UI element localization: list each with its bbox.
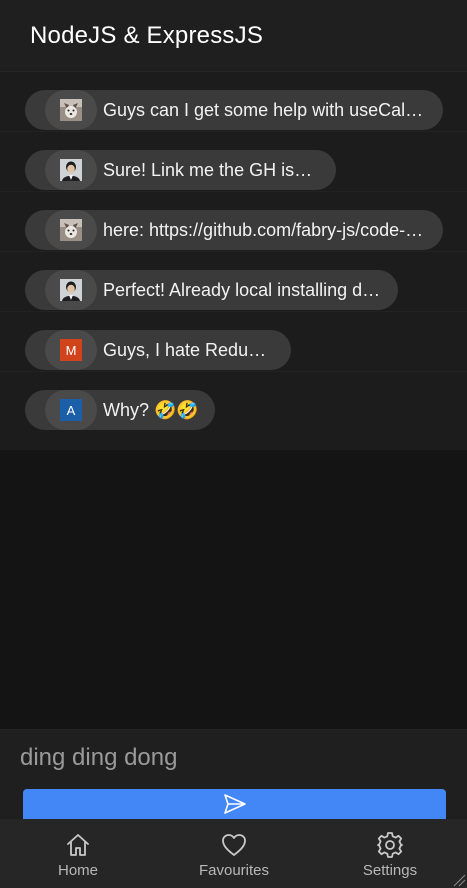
- chat-title: NodeJS & ExpressJS: [30, 22, 264, 49]
- message-list[interactable]: Guys can I get some help with useCallb… …: [0, 72, 467, 450]
- message-text: Sure! Link me the GH issue!: [103, 159, 320, 180]
- message-row: Perfect! Already local installing deps: [0, 252, 467, 312]
- husky-dog-avatar-icon: [60, 99, 82, 121]
- avatar[interactable]: [45, 270, 97, 310]
- message-bubble[interactable]: Sure! Link me the GH issue!: [25, 150, 336, 190]
- avatar[interactable]: [45, 150, 97, 190]
- tab-settings[interactable]: Settings: [312, 819, 467, 888]
- message-input[interactable]: [20, 742, 440, 774]
- person-avatar-icon: [60, 159, 82, 181]
- tab-label: Favourites: [198, 862, 270, 879]
- message-bubble[interactable]: Guys can I get some help with useCallb…: [25, 90, 443, 130]
- message-bubble[interactable]: M Guys, I hate Redux😰: [25, 330, 291, 370]
- message-text: here: https://github.com/fabry-js/code-p…: [103, 219, 427, 240]
- message-row: here: https://github.com/fabry-js/code-p…: [0, 192, 467, 252]
- avatar[interactable]: [45, 210, 97, 250]
- message-bubble[interactable]: Perfect! Already local installing deps: [25, 270, 398, 310]
- send-button[interactable]: [23, 789, 446, 819]
- send-icon: [223, 794, 246, 814]
- message-row: A Why? 🤣🤣: [0, 372, 467, 432]
- message-row: Guys can I get some help with useCallb…: [0, 72, 467, 132]
- avatar[interactable]: M: [45, 330, 97, 370]
- tab-favourites[interactable]: Favourites: [156, 819, 312, 888]
- app-header: NodeJS & ExpressJS: [0, 0, 467, 72]
- message-bubble[interactable]: here: https://github.com/fabry-js/code-p…: [25, 210, 443, 250]
- heart-icon: [222, 834, 246, 856]
- message-text: Guys, I hate Redux😰: [103, 339, 275, 360]
- message-text: Guys can I get some help with useCallb…: [103, 99, 427, 120]
- message-row: Sure! Link me the GH issue!: [0, 132, 467, 192]
- message-bubble[interactable]: A Why? 🤣🤣: [25, 390, 215, 430]
- avatar[interactable]: [45, 90, 97, 130]
- message-row: M Guys, I hate Redux😰: [0, 312, 467, 372]
- resize-grip-icon: [453, 874, 466, 887]
- tab-label: Home: [57, 862, 98, 879]
- letter-avatar-icon: A: [60, 399, 82, 421]
- letter-avatar-icon: M: [60, 339, 82, 361]
- message-text: Why? 🤣🤣: [103, 399, 199, 420]
- bottom-tab-bar: Home Favourites Settings: [0, 819, 467, 888]
- gear-icon: [377, 832, 403, 858]
- husky-dog-avatar-icon: [60, 219, 82, 241]
- home-icon: [67, 834, 89, 856]
- tab-label: Settings: [362, 862, 418, 879]
- person-avatar-icon: [60, 279, 82, 301]
- composer: [0, 729, 467, 821]
- avatar[interactable]: A: [45, 390, 97, 430]
- tab-home[interactable]: Home: [0, 819, 156, 888]
- message-text: Perfect! Already local installing deps: [103, 279, 382, 300]
